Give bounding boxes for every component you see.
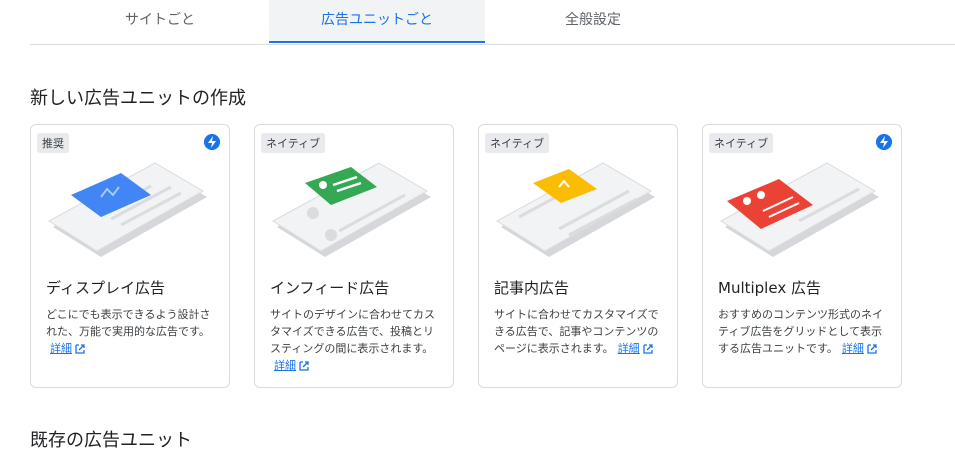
- bolt-icon: [876, 134, 892, 150]
- learn-more-link[interactable]: 詳細: [618, 342, 640, 355]
- tab-by-ad-unit[interactable]: 広告ユニットごと: [269, 0, 485, 43]
- learn-more-link[interactable]: 詳細: [842, 342, 864, 355]
- infeed-ad-illustration: [272, 162, 431, 257]
- card-title: インフィード広告: [270, 279, 390, 297]
- existing-ad-units-heading: 既存の広告ユニット: [30, 430, 192, 451]
- card-title: ディスプレイ広告: [46, 279, 165, 297]
- native-badge: ネイティブ: [709, 133, 774, 153]
- tab-bar: サイトごと 広告ユニットごと 全般設定: [30, 0, 955, 45]
- native-badge: ネイティブ: [485, 133, 550, 153]
- external-link-icon: [867, 344, 877, 354]
- learn-more-link[interactable]: 詳細: [50, 342, 72, 355]
- new-ad-unit-heading: 新しい広告ユニットの作成: [30, 88, 246, 109]
- multiplex-ad-card[interactable]: ネイティブ Multiplex 広告 おすすめのコンテンツ形式のネイティブ広告を…: [702, 124, 902, 388]
- native-badge: ネイティブ: [261, 133, 326, 153]
- multiplex-ad-illustration: [720, 162, 879, 257]
- tab-by-site[interactable]: サイトごと: [52, 0, 268, 43]
- external-link-icon: [643, 344, 653, 354]
- card-description: どこにでも表示できるよう設計された、万能で実用的な広告です。詳細: [46, 308, 211, 355]
- card-title: Multiplex 広告: [718, 279, 821, 297]
- external-link-icon: [75, 344, 85, 354]
- display-ad-illustration: [48, 162, 207, 257]
- card-description: サイトに合わせてカスタマイズできる広告で、記事やコンテンツのページに表示されます…: [494, 308, 659, 355]
- display-ad-card[interactable]: 推奨 ディスプレイ広告 どこにでも表示できるよう設計された、万能で実用的な広告で…: [30, 124, 230, 388]
- infeed-ad-card[interactable]: ネイティブ インフィード広告 サイトのデザインに合わせてカスタマイズできる広告で…: [254, 124, 454, 388]
- card-title: 記事内広告: [494, 279, 570, 297]
- external-link-icon: [299, 361, 309, 371]
- inarticle-ad-illustration: [496, 162, 655, 257]
- tab-general-settings[interactable]: 全般設定: [485, 0, 701, 43]
- card-description: おすすめのコンテンツ形式のネイティブ広告をグリッドとして表示する広告ユニットです…: [718, 308, 883, 355]
- card-description: サイトのデザインに合わせてカスタマイズできる広告で、投稿とリスティングの間に表示…: [270, 308, 435, 372]
- bolt-icon: [204, 134, 220, 150]
- recommended-badge: 推奨: [37, 133, 69, 153]
- learn-more-link[interactable]: 詳細: [274, 359, 296, 372]
- inarticle-ad-card[interactable]: ネイティブ 記事内広告 サイトに合わせてカスタマイズできる広告で、記事やコンテン…: [478, 124, 678, 388]
